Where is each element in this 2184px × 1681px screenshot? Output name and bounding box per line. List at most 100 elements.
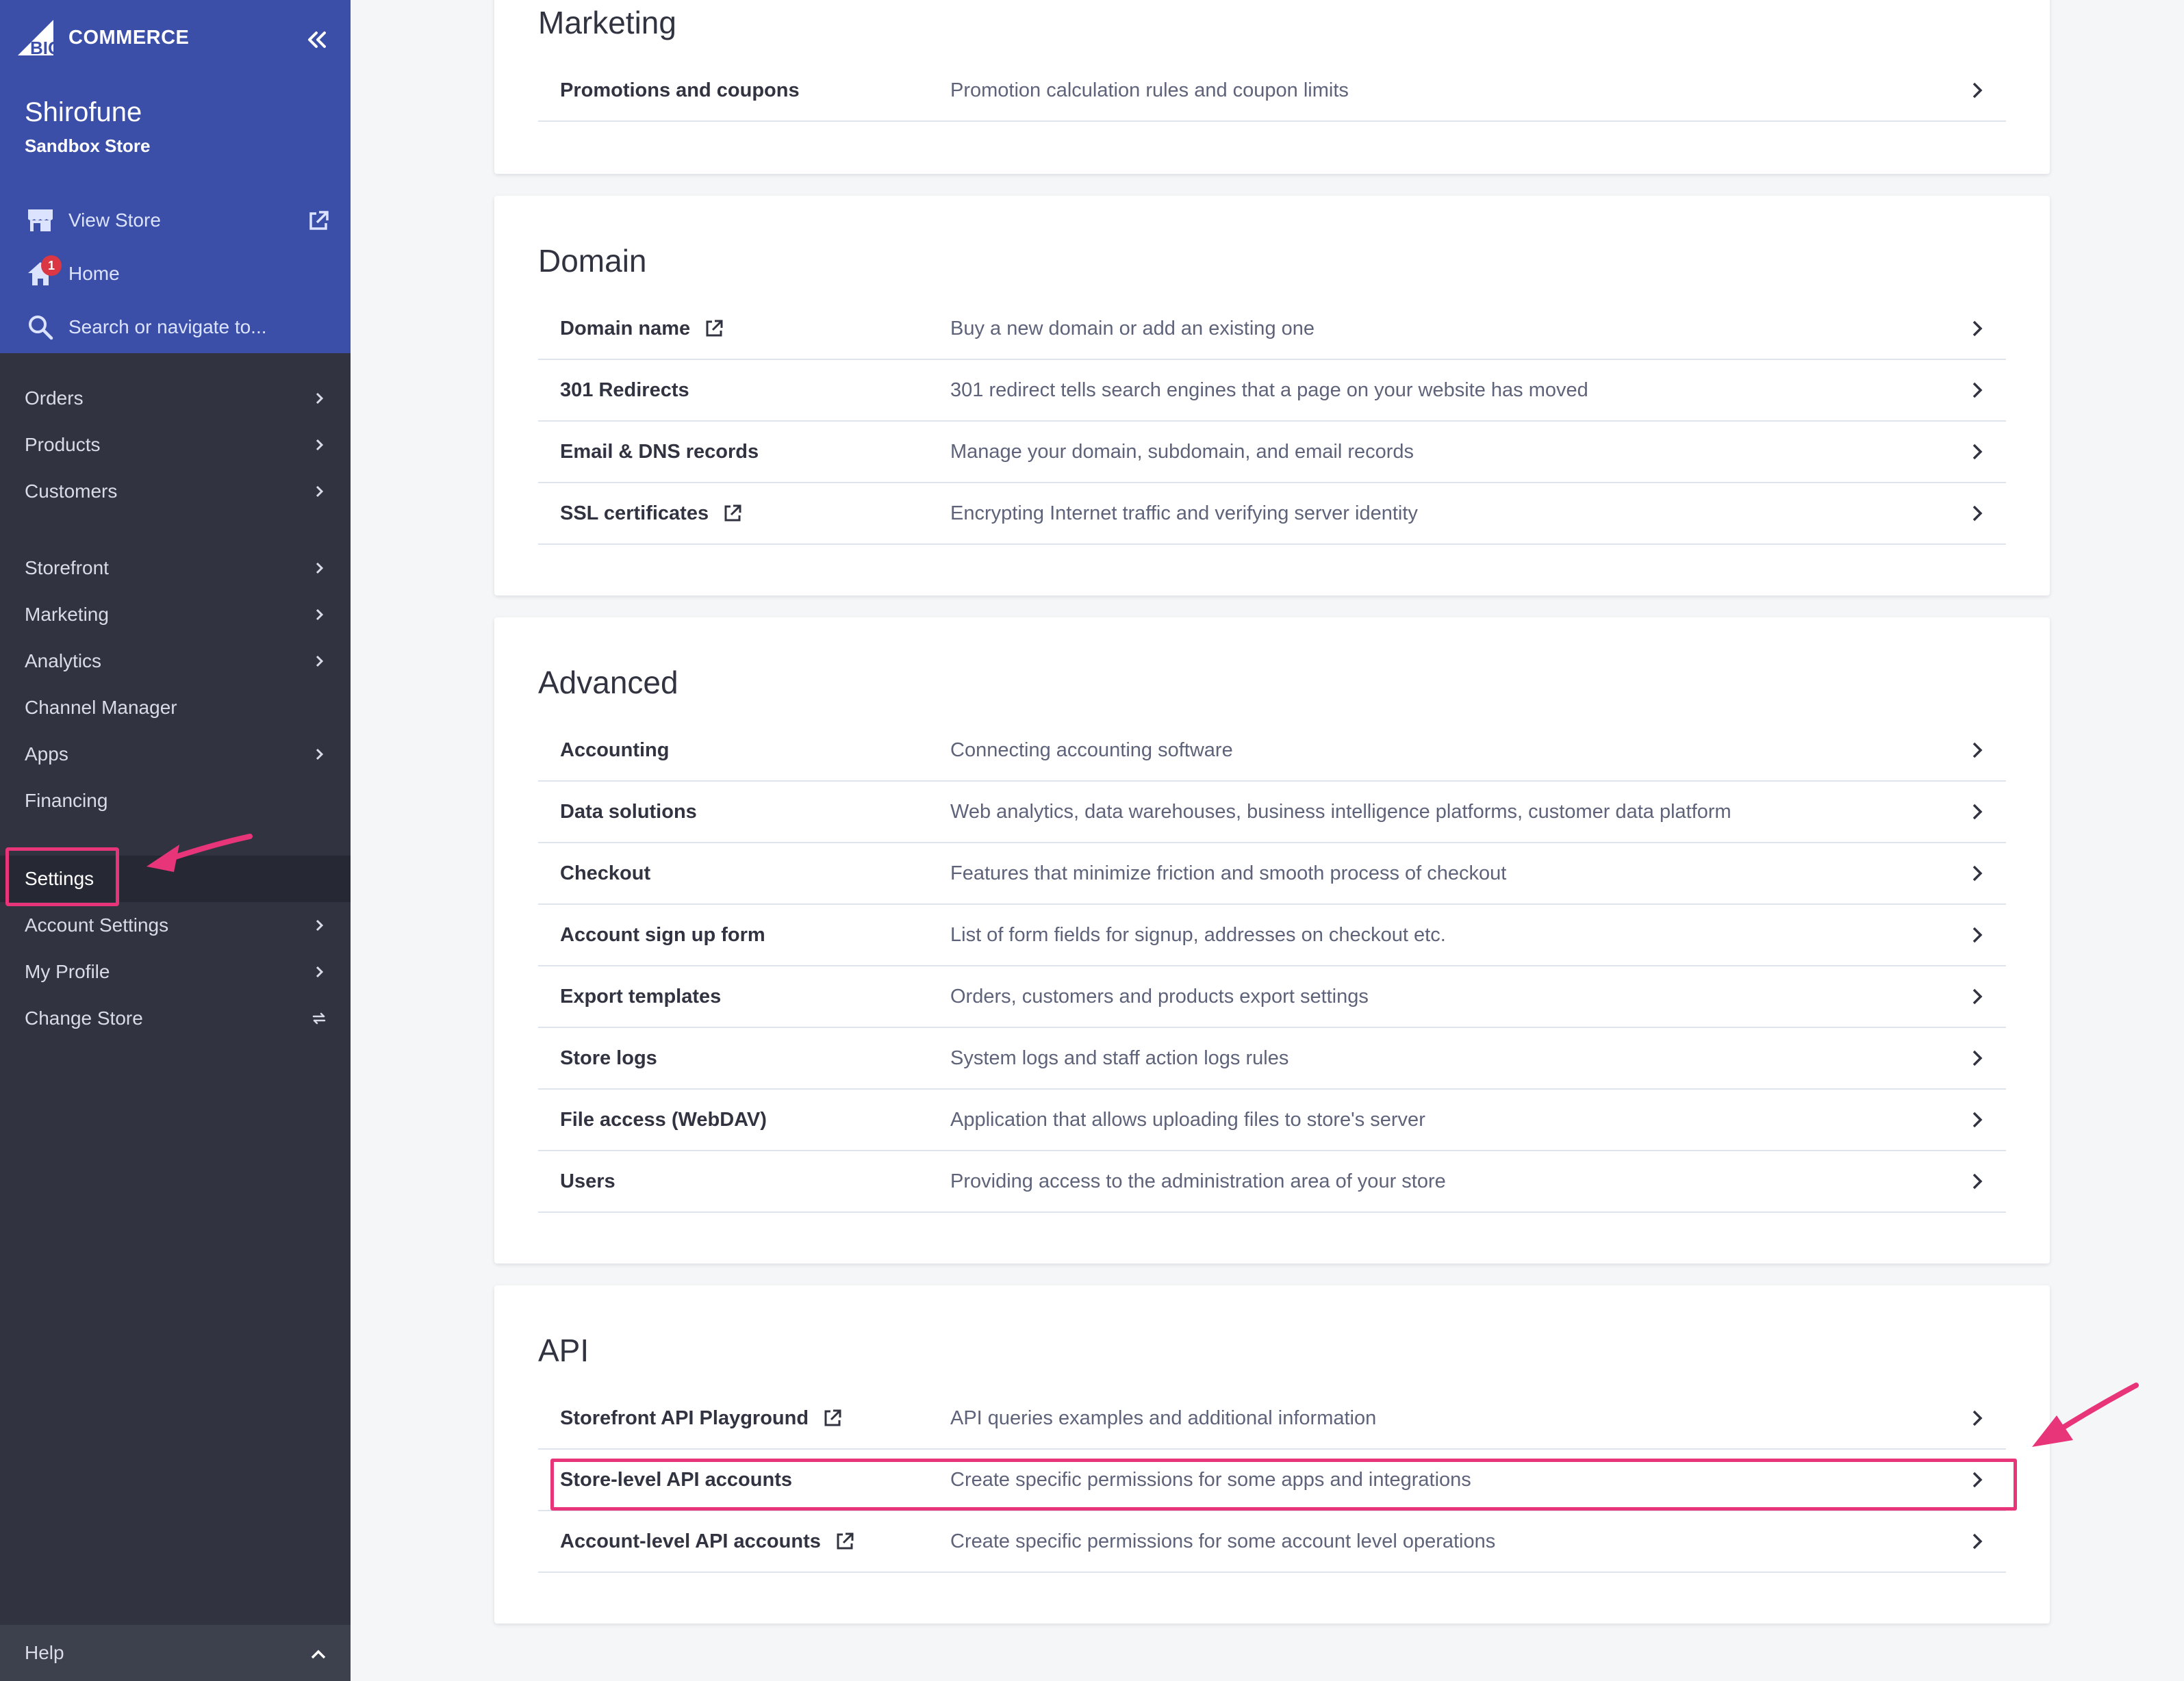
row-name: Export templates <box>560 985 722 1008</box>
nav-my-profile[interactable]: My Profile <box>0 949 351 995</box>
nav-customers[interactable]: Customers <box>0 468 351 515</box>
row-name-text: Domain name <box>560 317 691 339</box>
settings-row-account-signup-form[interactable]: Account sign up form List of form fields… <box>538 905 2006 966</box>
home-label: Home <box>68 263 120 284</box>
chevron-right-icon <box>1972 320 1983 337</box>
row-description: Create specific permissions for some acc… <box>950 1530 1496 1552</box>
nav-analytics[interactable]: Analytics <box>0 638 351 684</box>
settings-row-users[interactable]: Users Providing access to the administra… <box>538 1151 2006 1213</box>
nav-label: Financing <box>25 790 108 811</box>
nav-financing[interactable]: Financing <box>0 778 351 824</box>
chevron-right-icon <box>1972 927 1983 943</box>
section-title: API <box>538 1333 589 1368</box>
nav-products[interactable]: Products <box>0 422 351 468</box>
row-name: Storefront API Playground <box>560 1388 843 1448</box>
nav-label: Customers <box>25 480 118 502</box>
chevron-right-icon <box>1972 988 1983 1005</box>
settings-row-file-access[interactable]: File access (WebDAV) Application that al… <box>538 1090 2006 1151</box>
row-description: Web analytics, data warehouses, business… <box>950 800 1731 823</box>
chevron-right-icon <box>316 608 324 621</box>
row-name-text: Storefront API Playground <box>560 1407 809 1429</box>
row-name: Store logs <box>560 1047 657 1069</box>
row-name: Email & DNS records <box>560 440 759 463</box>
bigcommerce-logo[interactable]: BIG COMMERCE <box>15 18 189 57</box>
row-name: 301 Redirects <box>560 378 689 401</box>
chevron-right-icon <box>1972 1173 1983 1190</box>
chevron-right-icon <box>1972 1112 1983 1128</box>
row-name: Account-level API accounts <box>560 1511 855 1571</box>
settings-annotation-box <box>5 847 119 906</box>
row-description: Connecting accounting software <box>950 739 1233 761</box>
row-description: 301 redirect tells search engines that a… <box>950 378 1588 401</box>
settings-row-promotions[interactable]: Promotions and coupons Promotion calcula… <box>538 60 2006 122</box>
help-menu[interactable]: Help <box>0 1625 351 1681</box>
settings-row-data-solutions[interactable]: Data solutions Web analytics, data wareh… <box>538 782 2006 843</box>
settings-row-ssl[interactable]: SSL certificates Encrypting Internet tra… <box>538 483 2006 545</box>
nav-label: Apps <box>25 743 68 765</box>
annotation-arrow-settings <box>147 834 253 872</box>
settings-row-email-dns[interactable]: Email & DNS records Manage your domain, … <box>538 422 2006 483</box>
home-link[interactable]: 1 Home <box>25 255 120 293</box>
settings-row-storefront-api-playground[interactable]: Storefront API Playground API queries ex… <box>538 1388 2006 1450</box>
row-description: Promotion calculation rules and coupon l… <box>950 79 1349 101</box>
external-link-icon <box>309 211 329 230</box>
chevron-right-icon <box>316 562 324 574</box>
nav-apps[interactable]: Apps <box>0 731 351 778</box>
section-title: Marketing <box>538 5 676 40</box>
nav-change-store[interactable]: Change Store <box>0 995 351 1042</box>
row-name-text: Account-level API accounts <box>560 1530 821 1552</box>
settings-row-accounting[interactable]: Accounting Connecting accounting softwar… <box>538 720 2006 782</box>
view-store-label: View Store <box>68 209 161 231</box>
row-name: Data solutions <box>560 800 697 823</box>
store-subtitle: Sandbox Store <box>25 136 151 156</box>
section-title: Domain <box>538 243 647 279</box>
row-description: Application that allows uploading files … <box>950 1108 1425 1131</box>
chevron-right-icon <box>1972 82 1983 99</box>
marketing-section: Marketing Promotions and coupons Promoti… <box>494 0 2050 174</box>
nav-channel-manager[interactable]: Channel Manager <box>0 684 351 731</box>
row-name: File access (WebDAV) <box>560 1108 767 1131</box>
nav-storefront[interactable]: Storefront <box>0 545 351 591</box>
storefront-icon <box>25 205 56 236</box>
nav-orders[interactable]: Orders <box>0 375 351 422</box>
nav-marketing[interactable]: Marketing <box>0 591 351 638</box>
chevron-right-icon <box>1972 1050 1983 1066</box>
advanced-section: Advanced Accounting Connecting accountin… <box>494 617 2050 1263</box>
chevron-right-icon <box>316 748 324 760</box>
settings-row-account-level-api-accounts[interactable]: Account-level API accounts Create specif… <box>538 1511 2006 1573</box>
nav-account-settings[interactable]: Account Settings <box>0 902 351 949</box>
nav-label: Marketing <box>25 604 109 625</box>
settings-row-store-logs[interactable]: Store logs System logs and staff action … <box>538 1028 2006 1090</box>
annotation-arrow-api <box>2032 1383 2139 1447</box>
settings-row-checkout[interactable]: Checkout Features that minimize friction… <box>538 843 2006 905</box>
row-description: List of form fields for signup, addresse… <box>950 923 1446 946</box>
row-description: Encrypting Internet traffic and verifyin… <box>950 502 1418 524</box>
external-link-icon <box>724 504 741 522</box>
store-name: Shirofune <box>25 97 142 127</box>
chevron-right-icon <box>316 439 324 451</box>
nav-label: Change Store <box>25 1008 143 1029</box>
bigcommerce-logo-icon: BIG <box>18 20 62 57</box>
external-link-icon <box>706 320 723 337</box>
settings-row-export-templates[interactable]: Export templates Orders, customers and p… <box>538 966 2006 1028</box>
nav-label: My Profile <box>25 961 110 982</box>
chevron-right-icon <box>1972 804 1983 820</box>
api-section: API Storefront API Playground API querie… <box>494 1285 2050 1624</box>
view-store-link[interactable]: View Store <box>25 201 161 240</box>
settings-row-domain-name[interactable]: Domain name Buy a new domain or add an e… <box>538 298 2006 360</box>
nav-label: Account Settings <box>25 914 169 936</box>
collapse-sidebar-icon[interactable] <box>304 27 329 52</box>
nav-label: Orders <box>25 387 84 409</box>
row-description: System logs and staff action logs rules <box>950 1047 1289 1069</box>
chevron-right-icon <box>1972 505 1983 522</box>
row-name: Accounting <box>560 739 670 761</box>
help-label: Help <box>25 1642 64 1663</box>
row-description: API queries examples and additional info… <box>950 1407 1377 1429</box>
chevron-right-icon <box>316 919 324 932</box>
row-description: Providing access to the administration a… <box>950 1170 1446 1192</box>
nav-label: Analytics <box>25 650 102 671</box>
search-navigate[interactable]: Search or navigate to... <box>25 308 267 346</box>
chevron-right-icon <box>1972 742 1983 758</box>
logo-mark: BIG <box>30 38 62 57</box>
settings-row-301-redirects[interactable]: 301 Redirects 301 redirect tells search … <box>538 360 2006 422</box>
